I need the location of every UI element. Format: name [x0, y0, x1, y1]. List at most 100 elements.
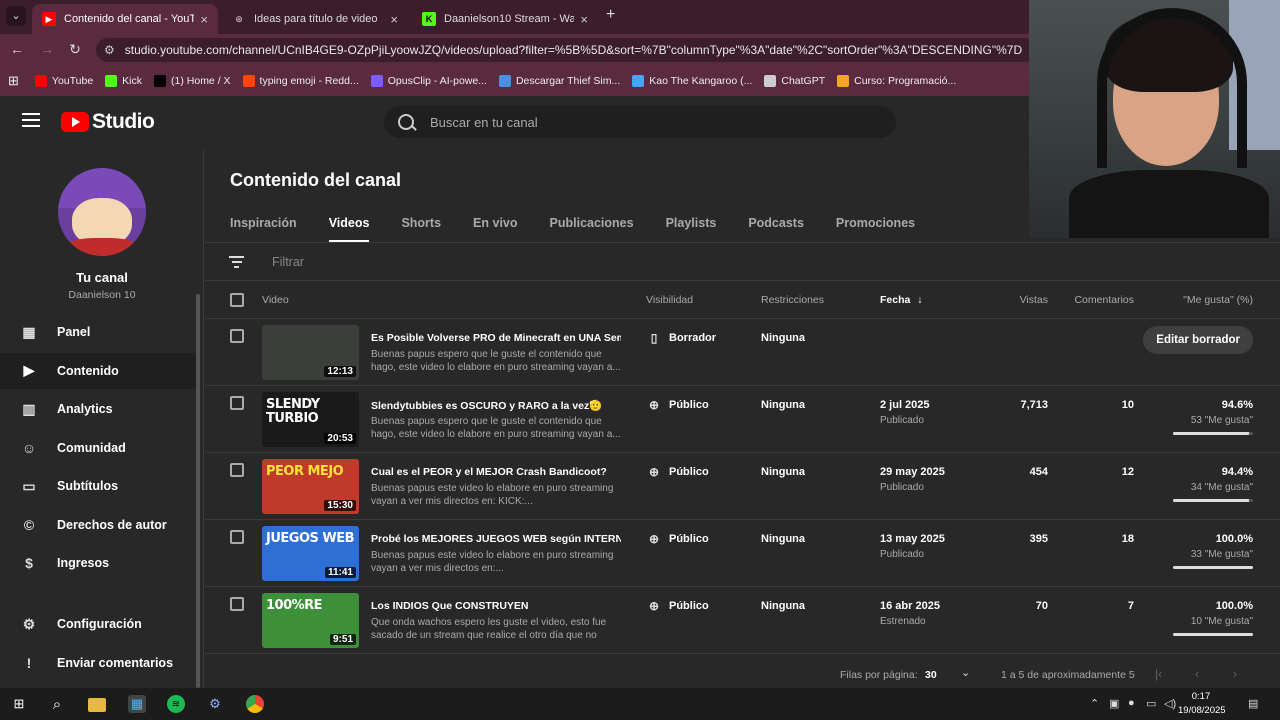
filter-input[interactable]: Filtrar	[272, 255, 304, 269]
row-checkbox[interactable]	[230, 463, 244, 477]
comments-value[interactable]: 12	[1122, 466, 1134, 478]
close-tab-icon[interactable]: ×	[200, 12, 208, 27]
visibility-select[interactable]: ⊕ Público	[647, 398, 709, 412]
chrome-icon[interactable]	[246, 695, 264, 713]
sidebar-item-analytics[interactable]: ▥ Analytics	[0, 391, 196, 427]
url-bar[interactable]: ⚙ studio.youtube.com/channel/UCnIB4GE9-O…	[96, 38, 1036, 62]
comments-value[interactable]: 10	[1122, 399, 1134, 411]
comments-value[interactable]: 18	[1122, 533, 1134, 545]
video-thumbnail[interactable]: 12:13	[262, 325, 359, 380]
avatar[interactable]	[58, 168, 146, 256]
volume-icon[interactable]: ◁)	[1164, 697, 1176, 710]
tab-publicaciones[interactable]: Publicaciones	[550, 214, 634, 242]
video-title[interactable]: Es Posible Volverse PRO de Minecraft en …	[371, 332, 621, 344]
bookmark-4[interactable]: OpusClip - AI-powe...	[370, 75, 487, 87]
column-likes[interactable]: "Me gusta" (%)	[1183, 294, 1253, 306]
video-thumbnail[interactable]: SLENDY TURBIO 20:53	[262, 392, 359, 447]
sidebar-item-earn[interactable]: $ Ingresos	[0, 545, 196, 581]
row-checkbox[interactable]	[230, 329, 244, 343]
column-views[interactable]: Vistas	[1020, 294, 1048, 306]
browser-tab-kick[interactable]: K Daanielson10 Stream - Watch L ×	[412, 4, 598, 34]
sidebar-item-feedback[interactable]: ! Enviar comentarios	[0, 645, 196, 681]
file-explorer-icon[interactable]	[88, 698, 106, 712]
table-row[interactable]: PEOR MEJO 15:30 Cual es el PEOR y el MEJOR…	[205, 453, 1280, 520]
filter-icon[interactable]	[229, 256, 244, 271]
video-thumbnail[interactable]: 100%RE 9:51	[262, 593, 359, 648]
youtube-studio-logo[interactable]: Studio	[61, 110, 155, 134]
apps-icon[interactable]: ⊞	[8, 73, 19, 89]
menu-icon[interactable]	[22, 113, 40, 127]
table-row[interactable]: JUEGOS WEB 11:41 Probé los MEJORES JUEGOS …	[205, 520, 1280, 587]
tab-shorts[interactable]: Shorts	[401, 214, 441, 242]
tab-promociones[interactable]: Promociones	[836, 214, 915, 242]
rows-per-page-select[interactable]: 30	[925, 669, 937, 681]
taskbar-clock[interactable]: 0:17 19/08/2025	[1178, 690, 1226, 718]
column-date[interactable]: Fecha ↓	[880, 294, 923, 306]
bookmark-3[interactable]: typing emoji - Redd...	[242, 75, 359, 87]
sidebar-item-community[interactable]: ☺ Comunidad	[0, 430, 196, 466]
select-all-checkbox[interactable]	[230, 293, 244, 307]
microphone-icon[interactable]: ●	[1128, 697, 1135, 709]
row-checkbox[interactable]	[230, 530, 244, 544]
visibility-select[interactable]: ⊕ Público	[647, 599, 709, 613]
bookmark-7[interactable]: ChatGPT	[764, 75, 825, 87]
table-row[interactable]: 12:13 Es Posible Volverse PRO de Minecraf…	[205, 319, 1280, 386]
chevron-down-icon[interactable]: ⌄	[961, 666, 970, 679]
visibility-select[interactable]: ▯ Borrador	[647, 331, 716, 345]
back-icon[interactable]: ←	[8, 41, 26, 57]
tab-inspiración[interactable]: Inspiración	[230, 214, 297, 242]
sidebar-item-subtitles[interactable]: ▭ Subtítulos	[0, 468, 196, 504]
notifications-icon[interactable]: ▤	[1248, 697, 1258, 710]
video-title[interactable]: Slendytubbies es OSCURO y RARO a la vez🫡	[371, 399, 621, 412]
visibility-select[interactable]: ⊕ Público	[647, 465, 709, 479]
comments-value[interactable]: 7	[1128, 600, 1134, 612]
bookmark-6[interactable]: Kao The Kangaroo (...	[632, 75, 752, 87]
column-comments[interactable]: Comentarios	[1074, 294, 1134, 306]
video-thumbnail[interactable]: JUEGOS WEB 11:41	[262, 526, 359, 581]
steam-icon[interactable]: ⚙	[206, 695, 224, 713]
sidebar-item-copyright[interactable]: © Derechos de autor	[0, 507, 196, 543]
next-page-icon[interactable]: ›	[1233, 667, 1237, 681]
tray-chevron-icon[interactable]: ⌃	[1090, 697, 1099, 710]
first-page-icon[interactable]: |‹	[1155, 667, 1162, 681]
edit-draft-button[interactable]: Editar borrador	[1143, 326, 1253, 354]
store-icon[interactable]: ▦	[128, 695, 146, 713]
reload-icon[interactable]: ↻	[66, 41, 84, 58]
video-thumbnail[interactable]: PEOR MEJO 15:30	[262, 459, 359, 514]
bookmark-0[interactable]: YouTube	[34, 75, 93, 87]
sidebar-scrollbar[interactable]	[196, 294, 200, 688]
row-checkbox[interactable]	[230, 597, 244, 611]
tab-playlists[interactable]: Playlists	[666, 214, 717, 242]
bookmark-5[interactable]: Descargar Thief Sim...	[498, 75, 620, 87]
sidebar-item-dashboard[interactable]: ▦ Panel	[0, 314, 196, 350]
bookmark-8[interactable]: Curso: Programació...	[837, 75, 956, 87]
row-checkbox[interactable]	[230, 396, 244, 410]
sidebar-item-content[interactable]: ▶ Contenido	[0, 352, 196, 389]
search-icon[interactable]: ⌕	[48, 695, 66, 713]
browser-tab-ideas[interactable]: ⊛ Ideas para título de video ×	[222, 4, 408, 34]
spotify-icon[interactable]: ≋	[167, 695, 185, 713]
channel-search-input[interactable]: Buscar en tu canal	[384, 106, 896, 138]
tray-device-icon[interactable]: ▣	[1109, 697, 1119, 710]
bookmark-2[interactable]: (1) Home / X	[154, 75, 231, 87]
tab-search-icon[interactable]: ⌄	[6, 6, 26, 26]
close-tab-icon[interactable]: ×	[390, 12, 398, 27]
table-row[interactable]: 100%RE 9:51 Los INDIOS Que CONSTRUYEN Que o…	[205, 587, 1280, 654]
video-title[interactable]: Probé los MEJORES JUEGOS WEB según INTER…	[371, 533, 621, 545]
close-tab-icon[interactable]: ×	[580, 12, 588, 27]
network-icon[interactable]: ▭	[1146, 697, 1156, 710]
bookmark-1[interactable]: Kick	[105, 75, 142, 87]
prev-page-icon[interactable]: ‹	[1195, 667, 1199, 681]
site-info-icon[interactable]: ⚙	[104, 43, 115, 57]
new-tab-icon[interactable]: +	[606, 6, 615, 24]
windows-start-icon[interactable]: ⊞	[10, 695, 28, 713]
channel-title[interactable]: Tu canal	[0, 270, 204, 285]
video-title[interactable]: Cual es el PEOR y el MEJOR Crash Bandico…	[371, 466, 621, 478]
browser-tab-studio[interactable]: ▶ Contenido del canal - YouTube ×	[32, 4, 218, 34]
visibility-select[interactable]: ⊕ Público	[647, 532, 709, 546]
table-row[interactable]: SLENDY TURBIO 20:53 Slendytubbies es OSCUR…	[205, 386, 1280, 453]
tab-en-vivo[interactable]: En vivo	[473, 214, 517, 242]
tab-videos[interactable]: Videos	[328, 214, 369, 242]
video-title[interactable]: Los INDIOS Que CONSTRUYEN	[371, 600, 621, 612]
sidebar-item-settings[interactable]: ⚙ Configuración	[0, 606, 196, 642]
